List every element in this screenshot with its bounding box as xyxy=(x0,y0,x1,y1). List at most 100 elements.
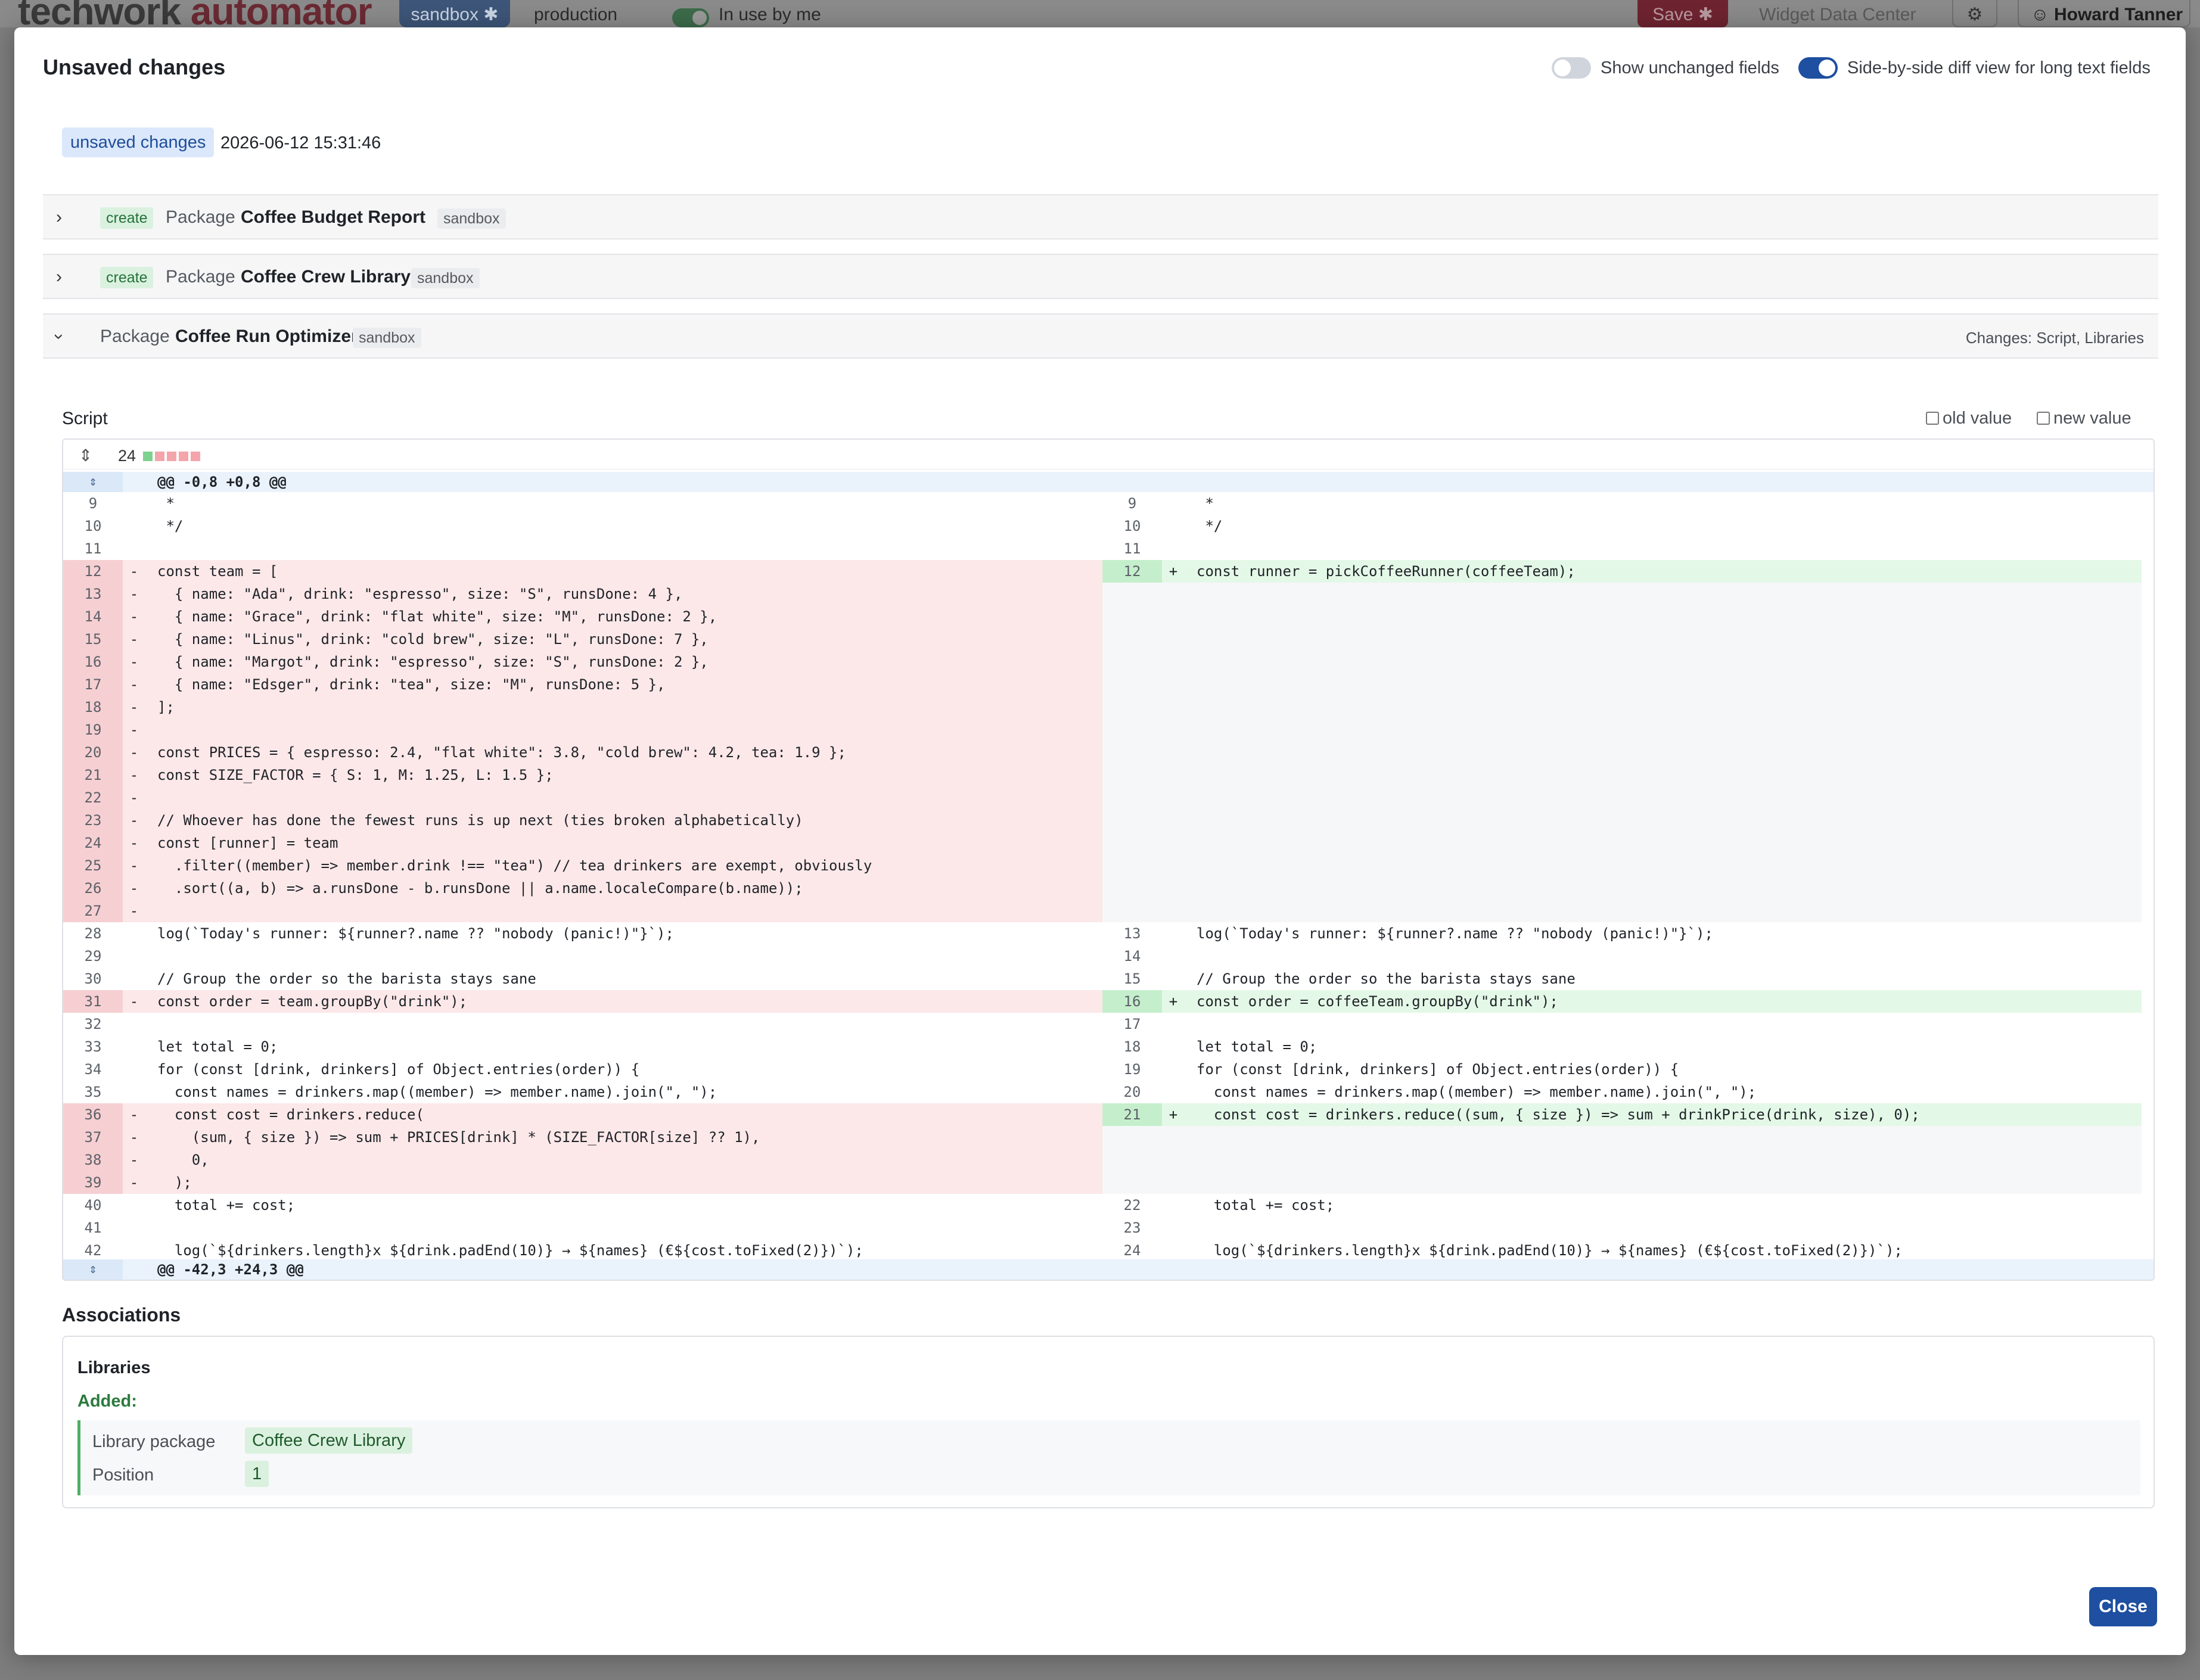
new-line xyxy=(1102,764,2142,786)
old-line: 40 total += cost; xyxy=(63,1194,1102,1217)
save-button[interactable]: Save ✱ xyxy=(1637,0,1728,27)
diff-row: 41 23 xyxy=(63,1217,2154,1239)
line-number: 32 xyxy=(63,1013,123,1035)
line-number xyxy=(1102,1149,1162,1171)
code-text: { name: "Margot", drink: "espresso", siz… xyxy=(157,654,709,670)
old-line: 15- { name: "Linus", drink: "cold brew",… xyxy=(63,628,1102,651)
code-text: for (const [drink, drinkers] of Object.e… xyxy=(157,1061,640,1078)
expand-icon[interactable]: ⇕ xyxy=(63,472,123,492)
diff-row: 30 // Group the order so the barista stay… xyxy=(63,967,2154,990)
new-line xyxy=(1102,1171,2142,1194)
package-name: Coffee Budget Report xyxy=(241,207,425,227)
new-line: 24 log(`${drinkers.length}x ${drink.padE… xyxy=(1102,1239,2142,1262)
copy-new-value-button[interactable]: new value xyxy=(2037,409,2131,428)
package-row-coffee-budget-report[interactable]: › create Package Coffee Budget Report sa… xyxy=(43,194,2158,239)
env-tab-production[interactable]: production xyxy=(534,0,617,27)
diff-row: 39- ); xyxy=(63,1171,2154,1194)
line-number: 20 xyxy=(63,741,123,764)
expand-all-icon[interactable]: ⇕ xyxy=(79,446,92,465)
code-text: * xyxy=(1197,495,1214,512)
code-text: .sort((a, b) => a.runsDone - b.runsDone … xyxy=(157,880,803,897)
package-row-coffee-run-optimizer[interactable]: › Package Coffee Run Optimizer sandbox C… xyxy=(43,313,2158,359)
new-line xyxy=(1102,628,2142,651)
diff-row: 33 let total = 0; 18 let total = 0; xyxy=(63,1035,2154,1058)
line-number: 18 xyxy=(1102,1035,1162,1058)
old-line: 27- xyxy=(63,900,1102,922)
in-use-toggle[interactable] xyxy=(672,8,709,27)
user-menu[interactable]: ☺ Howard Tanner xyxy=(2018,0,2190,27)
diff-row: 12- const team = [12 + const runner = pickC… xyxy=(63,560,2154,583)
line-number: 27 xyxy=(63,900,123,922)
line-number: 21 xyxy=(63,764,123,786)
env-tab-sandbox[interactable]: sandbox ✱ xyxy=(399,0,510,27)
old-line: 33 let total = 0; xyxy=(63,1035,1102,1058)
package-row-coffee-crew-library[interactable]: › create Package Coffee Crew Library san… xyxy=(43,254,2158,299)
line-number: 13 xyxy=(1102,922,1162,945)
line-number: 20 xyxy=(1102,1081,1162,1103)
code-text: // Whoever has done the fewest runs is u… xyxy=(157,812,803,829)
old-line: 21- const SIZE_FACTOR = { S: 1, M: 1.25, … xyxy=(63,764,1102,786)
diff-row: 23- // Whoever has done the fewest runs i… xyxy=(63,809,2154,832)
line-number: 14 xyxy=(1102,945,1162,967)
change-bar-del xyxy=(155,452,164,461)
code-text: { name: "Edsger", drink: "tea", size: "M… xyxy=(157,676,666,693)
diff-marker: - xyxy=(129,1152,139,1168)
code-text: const PRICES = { espresso: 2.4, "flat wh… xyxy=(157,744,846,761)
code-text: for (const [drink, drinkers] of Object.e… xyxy=(1197,1061,1679,1078)
diff-row: 32 17 xyxy=(63,1013,2154,1035)
chevron-right-icon[interactable]: › xyxy=(56,267,62,287)
widget-data-center-link[interactable]: Widget Data Center xyxy=(1759,0,1916,27)
close-button[interactable]: Close xyxy=(2089,1587,2157,1626)
old-line: 10 */ xyxy=(63,515,1102,537)
change-bar-del xyxy=(167,452,176,461)
line-number: 11 xyxy=(1102,537,1162,560)
line-number: 12 xyxy=(63,560,123,583)
old-line: 14- { name: "Grace", drink: "flat white"… xyxy=(63,605,1102,628)
code-text: const team = [ xyxy=(157,563,278,580)
diff-marker: - xyxy=(129,631,139,648)
code-text: const names = drinkers.map((member) => m… xyxy=(1197,1084,1757,1100)
old-line: 9 * xyxy=(63,492,1102,515)
diff-marker: - xyxy=(129,1174,139,1191)
show-unchanged-label: Show unchanged fields xyxy=(1601,58,1779,77)
diff-row: 37- (sum, { size }) => sum + PRICES[drin… xyxy=(63,1126,2154,1149)
line-number: 9 xyxy=(63,492,123,515)
changes-summary: Changes: Script, Libraries xyxy=(1965,329,2144,347)
diff-marker: - xyxy=(129,789,139,806)
expand-icon[interactable]: ⇕ xyxy=(63,1259,123,1280)
new-line: 13 log(`Today's runner: ${runner?.name ??… xyxy=(1102,922,2142,945)
package-kind: Package xyxy=(100,326,170,346)
line-number xyxy=(1102,809,1162,832)
show-unchanged-toggle[interactable] xyxy=(1552,57,1591,79)
copy-old-value-button[interactable]: old value xyxy=(1926,409,2012,428)
line-number: 26 xyxy=(63,877,123,900)
diff-marker: - xyxy=(129,903,139,919)
new-line xyxy=(1102,877,2142,900)
line-number xyxy=(1102,832,1162,854)
line-number xyxy=(1102,651,1162,673)
new-line xyxy=(1102,832,2142,854)
line-number: 22 xyxy=(63,786,123,809)
code-text: const [runner] = team xyxy=(157,835,338,851)
line-number: 14 xyxy=(63,605,123,628)
gear-icon[interactable]: ⚙ xyxy=(1952,0,1997,27)
change-bar-del xyxy=(191,452,200,461)
old-line: 19- xyxy=(63,718,1102,741)
new-line xyxy=(1102,1149,2142,1171)
diff-marker: - xyxy=(129,721,139,738)
new-line xyxy=(1102,809,2142,832)
diff-marker: - xyxy=(129,563,139,580)
side-by-side-toggle[interactable] xyxy=(1798,57,1838,79)
old-line: 34 for (const [drink, drinkers] of Object… xyxy=(63,1058,1102,1081)
diff-row: 24- const [runner] = team xyxy=(63,832,2154,854)
line-number: 25 xyxy=(63,854,123,877)
code-text: */ xyxy=(1197,518,1223,534)
chevron-right-icon[interactable]: › xyxy=(56,207,62,228)
code-text: log(`Today's runner: ${runner?.name ?? "… xyxy=(157,925,674,942)
chevron-down-icon[interactable]: › xyxy=(49,334,69,340)
diff-row: 10 */10 */ xyxy=(63,515,2154,537)
line-number: 23 xyxy=(1102,1217,1162,1239)
old-line: 32 xyxy=(63,1013,1102,1035)
new-line: 11 xyxy=(1102,537,2142,560)
line-number: 15 xyxy=(1102,967,1162,990)
